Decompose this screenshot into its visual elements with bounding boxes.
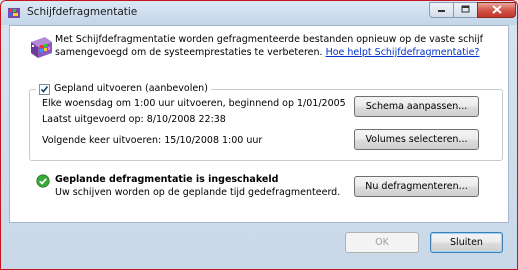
ok-button[interactable]: OK xyxy=(345,232,419,253)
schedule-legend[interactable]: Gepland uitvoeren (aanbevolen) xyxy=(36,83,211,95)
status-title: Geplande defragmentatie is ingeschakeld xyxy=(55,174,279,185)
status-description: Uw schijven worden op de geplande tijd g… xyxy=(55,187,341,198)
close-window-button[interactable] xyxy=(477,2,516,18)
defrag-large-icon xyxy=(28,33,56,61)
modify-schedule-button[interactable]: Schema aanpassen... xyxy=(354,96,479,117)
maximize-icon xyxy=(461,5,470,16)
minimize-button[interactable] xyxy=(429,2,454,18)
dialog-body: Met Schijfdefragmentatie worden gefragme… xyxy=(9,25,509,223)
defragment-now-button[interactable]: Nu defragmenteren... xyxy=(354,176,479,197)
schedule-checkbox-label: Gepland uitvoeren (aanbevolen) xyxy=(54,83,208,94)
defrag-app-icon xyxy=(7,6,21,20)
intro-text: Met Schijfdefragmentatie worden gefragme… xyxy=(55,33,500,59)
check-shield-icon xyxy=(36,174,50,188)
next-run-text: Volgende keer uitvoeren: 15/10/2008 1:00… xyxy=(42,135,263,146)
defrag-window: Schijfdefragmentatie Met Schijfdefragmen… xyxy=(0,0,518,270)
maximize-button[interactable] xyxy=(453,2,478,18)
close-icon xyxy=(491,4,502,17)
schedule-checkbox[interactable] xyxy=(39,83,50,95)
close-button[interactable]: Sluiten xyxy=(430,232,503,253)
last-run-text: Laatst uitgevoerd op: 8/10/2008 22:38 xyxy=(42,114,226,125)
title-bar[interactable]: Schijfdefragmentatie xyxy=(1,1,517,25)
schedule-frequency-text: Elke woensdag om 1:00 uur uitvoeren, beg… xyxy=(42,98,346,109)
checkmark-icon xyxy=(40,85,49,93)
minimize-icon xyxy=(437,5,446,16)
window-title: Schijfdefragmentatie xyxy=(27,6,138,18)
help-link[interactable]: Hoe helpt Schijfdefragmentatie? xyxy=(326,47,480,58)
select-volumes-button[interactable]: Volumes selecteren... xyxy=(354,129,479,150)
